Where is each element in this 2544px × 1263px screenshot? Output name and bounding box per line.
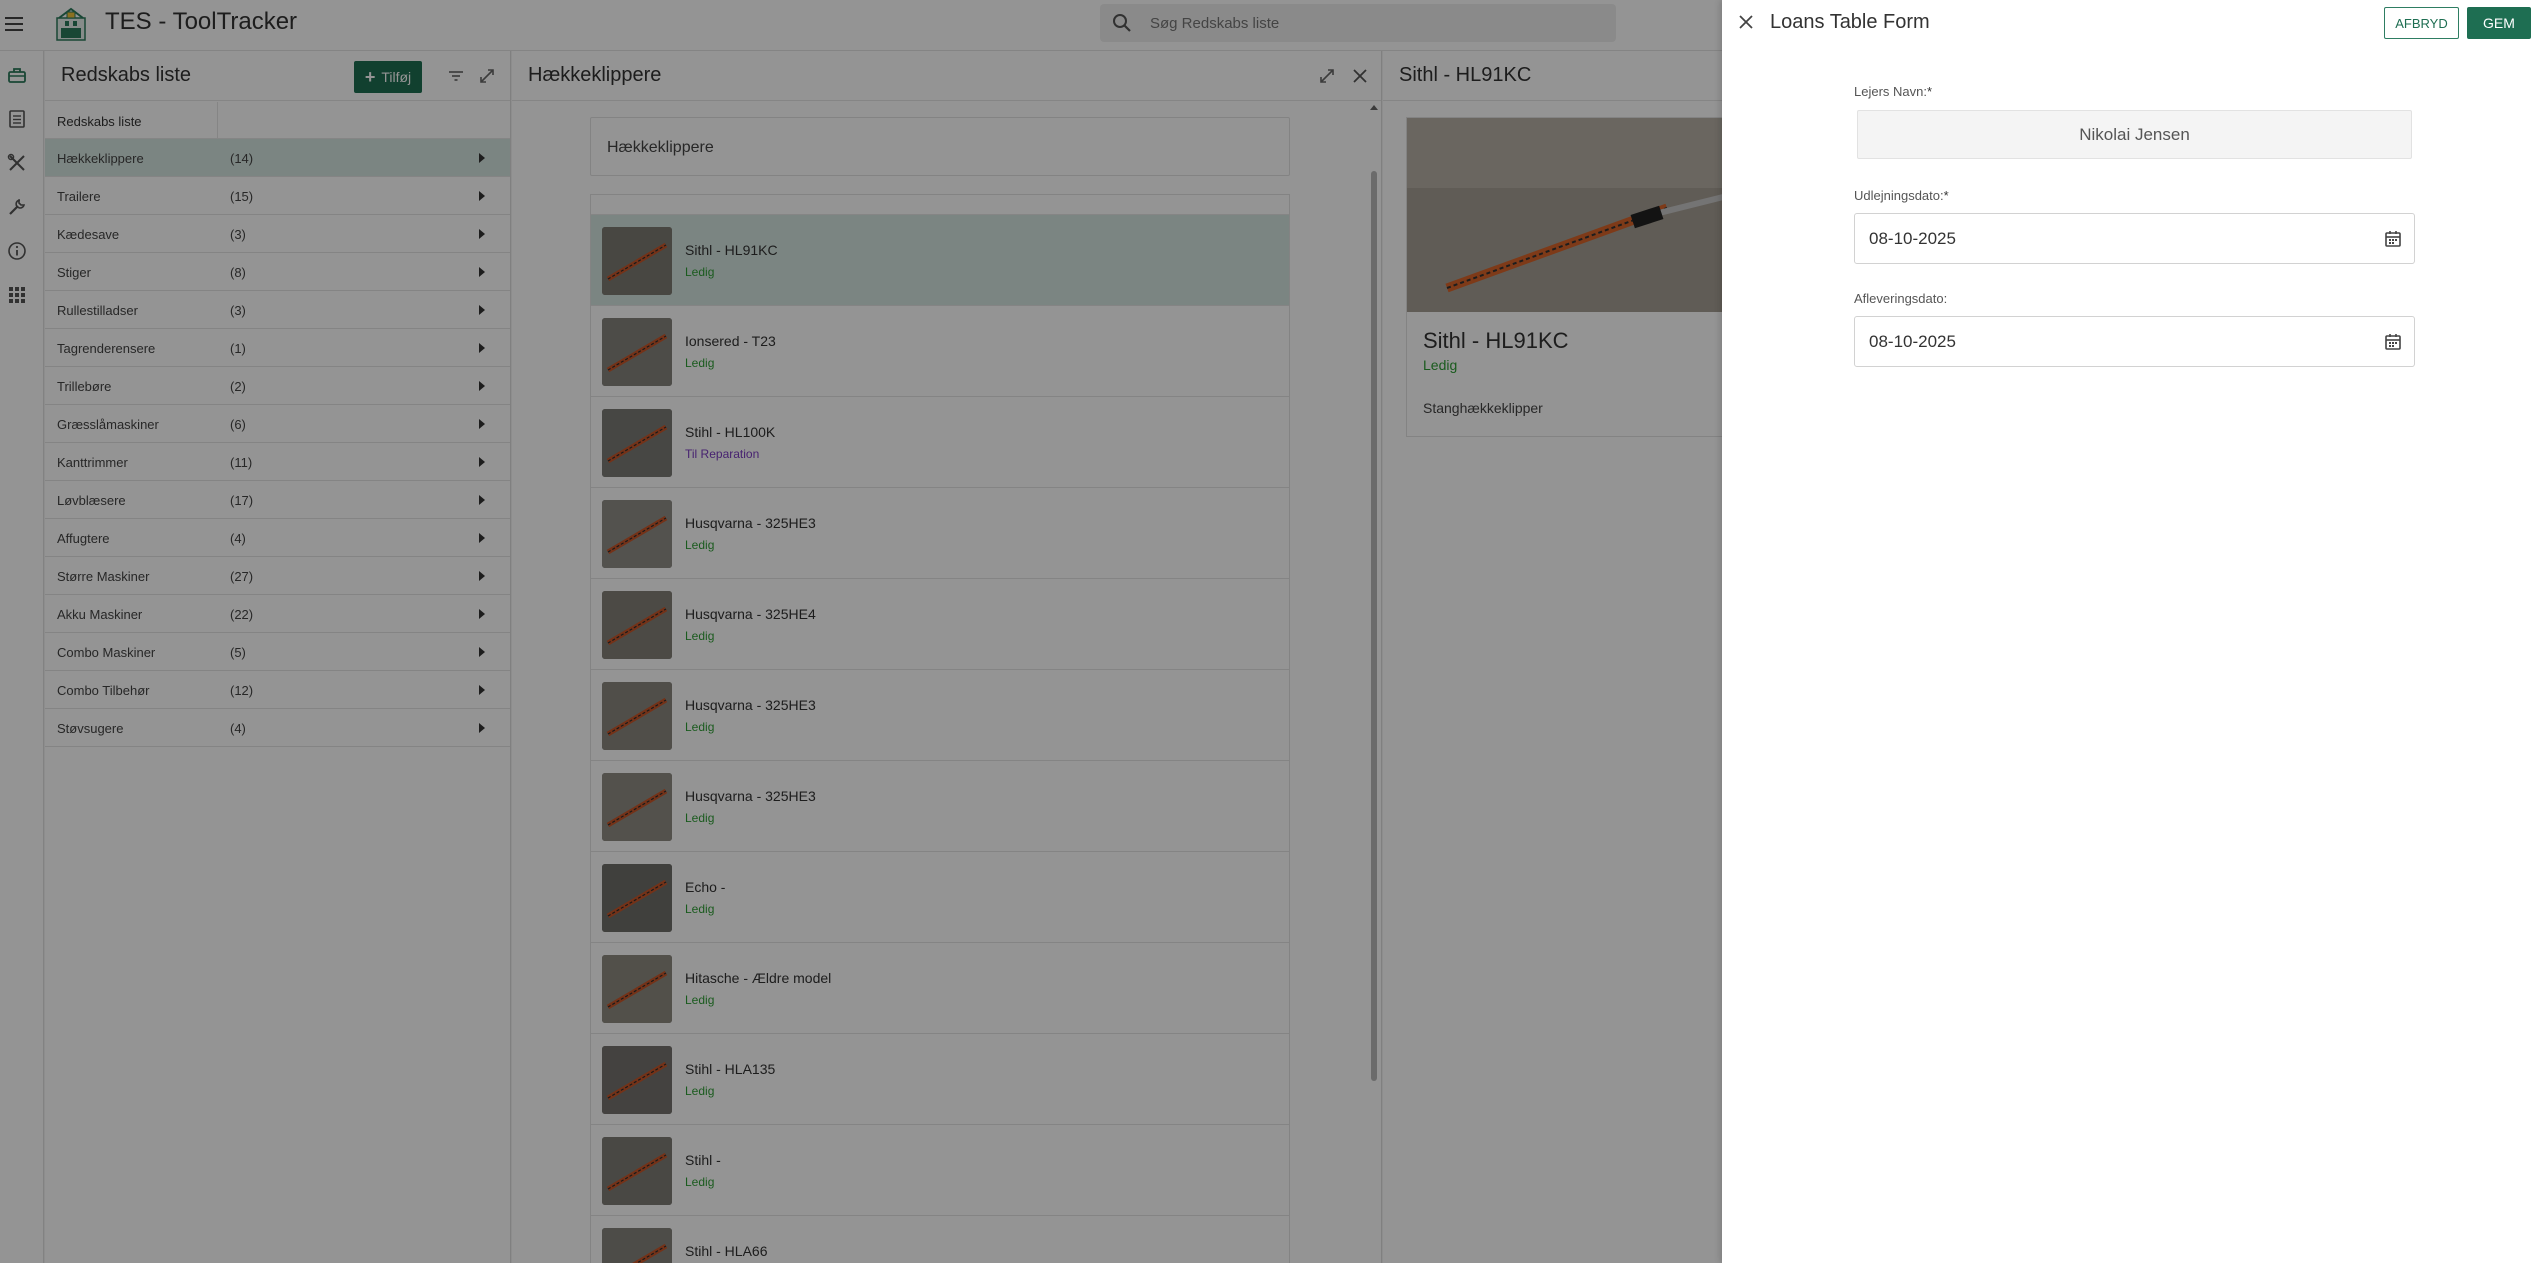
return-date-label-text: Afleveringsdato: xyxy=(1854,291,1948,306)
return-date-value: 08-10-2025 xyxy=(1869,332,1956,351)
loan-date-field[interactable]: 08-10-2025 xyxy=(1854,213,2415,264)
loan-form-drawer: Loans Table Form AFBRYD GEM Lejers Navn:… xyxy=(1722,0,2544,1263)
form-title: Loans Table Form xyxy=(1770,11,1930,33)
return-date-field[interactable]: 08-10-2025 xyxy=(1854,316,2415,367)
close-icon[interactable] xyxy=(1736,12,1756,32)
renter-name-field: Nikolai Jensen xyxy=(1857,110,2412,159)
loan-date-value: 08-10-2025 xyxy=(1869,229,1956,248)
renter-name-label: Lejers Navn:* xyxy=(1854,84,1932,99)
loan-date-label: Udlejningsdato:* xyxy=(1854,188,1949,203)
calendar-icon[interactable] xyxy=(2383,229,2403,249)
required-mark: * xyxy=(1943,188,1949,203)
required-mark: * xyxy=(1926,84,1933,99)
save-button[interactable]: GEM xyxy=(2467,7,2531,39)
modal-overlay[interactable] xyxy=(0,0,1722,1263)
calendar-icon[interactable] xyxy=(2383,332,2403,352)
renter-name-label-text: Lejers Navn: xyxy=(1854,84,1927,99)
loan-date-label-text: Udlejningsdato: xyxy=(1854,188,1944,203)
cancel-button[interactable]: AFBRYD xyxy=(2384,7,2459,39)
return-date-label: Afleveringsdato: xyxy=(1854,291,1947,306)
